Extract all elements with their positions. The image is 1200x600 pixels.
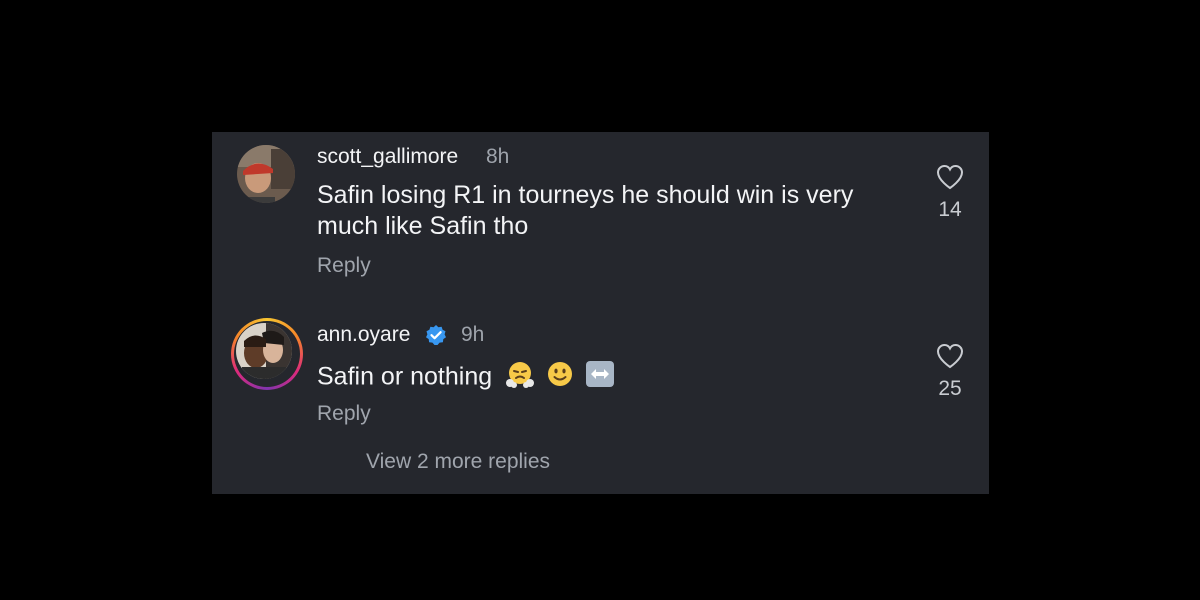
like-count: 14 [938, 198, 962, 221]
comment-text: Safin losing R1 in tourneys he should wi… [317, 181, 854, 240]
heart-icon[interactable] [936, 343, 964, 369]
avatar[interactable] [231, 318, 303, 390]
like-area: 14 [930, 164, 970, 222]
left-right-arrow-icon [585, 359, 615, 397]
face-with-steam-from-nose-icon [505, 359, 535, 397]
comment-timestamp: 9h [461, 323, 485, 346]
comment-text-content: Safin or nothing [317, 362, 493, 391]
verified-badge-icon [426, 325, 446, 345]
comment-text: Safin or nothing [317, 359, 897, 397]
comment-timestamp: 8h [486, 145, 510, 168]
avatar[interactable] [237, 145, 295, 203]
view-more-replies-button[interactable]: View 2 more replies [366, 450, 550, 474]
avatar-photo [237, 145, 295, 203]
comment-username[interactable]: ann.oyare [317, 323, 410, 347]
heart-icon[interactable] [936, 164, 964, 190]
reply-button[interactable]: Reply [317, 254, 371, 278]
comments-panel: scott_gallimore 8h Safin losing R1 in to… [212, 132, 989, 494]
comment-username[interactable]: scott_gallimore [317, 145, 458, 169]
reply-button[interactable]: Reply [317, 402, 371, 426]
like-count: 25 [938, 377, 962, 400]
avatar-photo [236, 323, 292, 379]
slightly-smiling-face-icon [545, 359, 575, 397]
like-area: 25 [930, 343, 970, 401]
